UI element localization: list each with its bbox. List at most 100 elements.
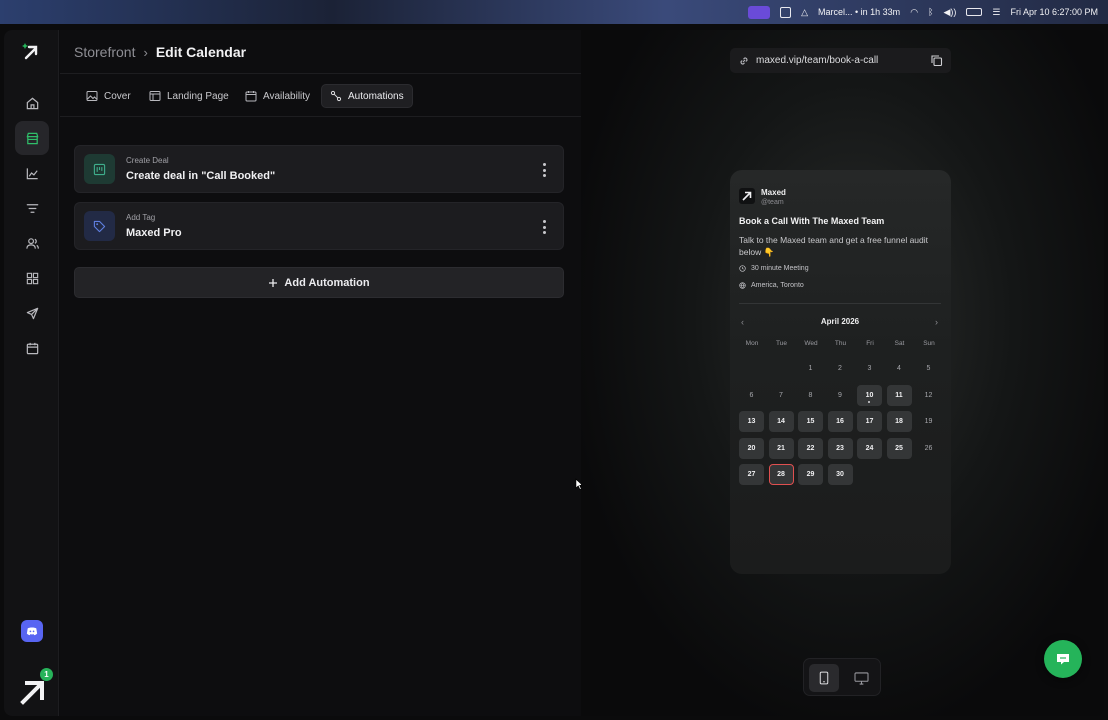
control-center-icon[interactable]: ☰ xyxy=(992,7,1000,18)
calendar-day[interactable]: 21 xyxy=(768,437,794,459)
weekday-label: Sat xyxy=(894,340,905,347)
app-logo-icon[interactable] xyxy=(21,42,41,62)
calendar-day[interactable]: 11 xyxy=(886,384,912,406)
calendar-day[interactable]: 22 xyxy=(798,437,823,459)
sidebar-item-apps[interactable] xyxy=(15,261,49,295)
calendar-day: 7 xyxy=(779,391,783,399)
calendar-day[interactable]: 10 xyxy=(857,384,882,406)
add-automation-button[interactable]: Add Automation xyxy=(74,267,564,298)
apps-icon xyxy=(26,272,38,284)
sidebar-item-calendar[interactable] xyxy=(15,331,49,365)
meeting-duration: 30 minute Meeting xyxy=(739,265,809,272)
calendar-day: 8 xyxy=(808,391,813,399)
automation-title: Maxed Pro xyxy=(126,227,182,239)
sidebar-item-funnels[interactable] xyxy=(15,191,49,225)
more-options-icon[interactable] xyxy=(539,219,549,235)
calendar-day[interactable]: 27 xyxy=(739,464,764,485)
calendar-day: 3 xyxy=(867,365,872,372)
weekday-label: Thu xyxy=(834,340,847,347)
menu-bar-status: △ Marcel... • in 1h 33m ◠ ᛒ ◀)) ☰ Fri Ap… xyxy=(748,0,1098,24)
weekday-label: Sun xyxy=(923,340,935,347)
tab-availability[interactable]: Availability xyxy=(237,84,318,108)
preview-panel: maxed.vip/team/book-a-call Maxed @team B… xyxy=(581,30,1104,716)
notification-badge: 1 xyxy=(40,668,53,681)
chevron-right-icon[interactable]: › xyxy=(935,317,938,327)
calendar-day: 5 xyxy=(926,365,931,372)
volume-icon[interactable]: ◀)) xyxy=(943,7,956,18)
calendar-day[interactable]: 28 xyxy=(768,464,794,485)
contacts-icon xyxy=(25,237,39,249)
sidebar-item-broadcasts[interactable] xyxy=(15,296,49,330)
calendar-day[interactable]: 24 xyxy=(857,437,882,459)
weekday-label: Mon xyxy=(745,340,759,347)
globe-icon xyxy=(739,282,746,289)
calendar-day[interactable]: 14 xyxy=(768,411,794,432)
more-options-icon[interactable] xyxy=(539,162,549,178)
chat-icon xyxy=(1057,654,1069,665)
calendar-icon xyxy=(245,91,257,102)
tab-automations[interactable]: Automations xyxy=(321,84,413,108)
automation-card-create-deal[interactable]: Create Deal Create deal in "Call Booked" xyxy=(74,145,564,193)
deal-icon xyxy=(84,154,115,184)
mobile-view-button[interactable] xyxy=(809,664,839,692)
chat-support-button[interactable] xyxy=(1044,640,1082,678)
calendar-day[interactable]: 29 xyxy=(798,464,823,485)
calendar-day[interactable]: 20 xyxy=(739,437,764,459)
profile-handle: @team xyxy=(761,199,784,206)
chevron-right-icon: › xyxy=(143,44,148,60)
automation-card-add-tag[interactable]: Add Tag Maxed Pro xyxy=(74,202,564,250)
desktop-view-button[interactable] xyxy=(846,664,876,692)
automation-title: Create deal in "Call Booked" xyxy=(126,170,276,182)
preview-url-bar: maxed.vip/team/book-a-call xyxy=(730,48,951,73)
workspace-logo-icon[interactable] xyxy=(18,677,48,707)
vpn-icon[interactable]: △ xyxy=(801,7,808,18)
discord-icon[interactable] xyxy=(21,620,43,642)
calendar-event[interactable]: Marcel... • in 1h 33m xyxy=(818,7,900,17)
calendar-day: 26 xyxy=(924,444,933,452)
calendar-day[interactable]: 25 xyxy=(886,437,912,459)
booking-description: Talk to the Maxed team and get a free fu… xyxy=(739,235,929,257)
breadcrumb: Storefront › Edit Calendar xyxy=(74,44,246,60)
menu-bar-clock[interactable]: Fri Apr 10 6:27:00 PM xyxy=(1010,7,1098,17)
breadcrumb-storefront[interactable]: Storefront xyxy=(74,44,135,60)
calendar-day[interactable]: 23 xyxy=(827,437,853,459)
preview-url[interactable]: maxed.vip/team/book-a-call xyxy=(756,55,878,66)
camera-icon[interactable] xyxy=(780,6,792,18)
home-icon xyxy=(26,97,38,109)
send-icon xyxy=(26,307,38,319)
menu-bar: △ Marcel... • in 1h 33m ◠ ᛒ ◀)) ☰ Fri Ap… xyxy=(0,0,1108,24)
profile-avatar xyxy=(739,188,755,204)
sidebar-item-analytics[interactable] xyxy=(15,156,49,190)
calendar-day[interactable]: 18 xyxy=(886,411,912,432)
timezone-label: America, Toronto xyxy=(751,282,804,289)
profile-name: Maxed xyxy=(761,188,786,197)
calendar-day[interactable]: 13 xyxy=(739,411,764,432)
automation-icon xyxy=(330,90,342,102)
clock-icon xyxy=(739,265,746,272)
storefront-icon xyxy=(26,132,38,144)
calendar-day[interactable]: 17 xyxy=(857,411,882,432)
analytics-icon xyxy=(26,167,38,179)
copy-icon[interactable] xyxy=(930,54,943,67)
calendar-day[interactable]: 30 xyxy=(827,464,853,485)
calendar-day[interactable]: 15 xyxy=(798,411,823,432)
page-title: Edit Calendar xyxy=(155,44,247,60)
sidebar-item-contacts[interactable] xyxy=(15,226,49,260)
tab-cover[interactable]: Cover xyxy=(78,84,139,108)
tab-landing-page[interactable]: Landing Page xyxy=(141,84,237,108)
tab-bar: Cover Landing Page Availability Automati… xyxy=(60,73,581,117)
calendar-day[interactable]: 16 xyxy=(827,411,853,432)
automation-type: Add Tag xyxy=(126,213,156,222)
editor-panel: Storefront › Edit Calendar Cover Landing… xyxy=(60,30,584,716)
sidebar: 1 xyxy=(4,30,59,716)
screen-record-icon[interactable] xyxy=(748,5,771,19)
sidebar-item-home[interactable] xyxy=(15,86,49,120)
calendar-day: 19 xyxy=(924,418,933,425)
battery-icon[interactable] xyxy=(966,8,983,16)
desktop-icon xyxy=(853,671,869,685)
wifi-icon[interactable]: ◠ xyxy=(910,7,918,18)
link-icon xyxy=(740,56,748,65)
bluetooth-icon[interactable]: ᛒ xyxy=(928,7,933,17)
sidebar-item-storefront[interactable] xyxy=(15,121,49,155)
tab-label: Automations xyxy=(348,90,404,102)
